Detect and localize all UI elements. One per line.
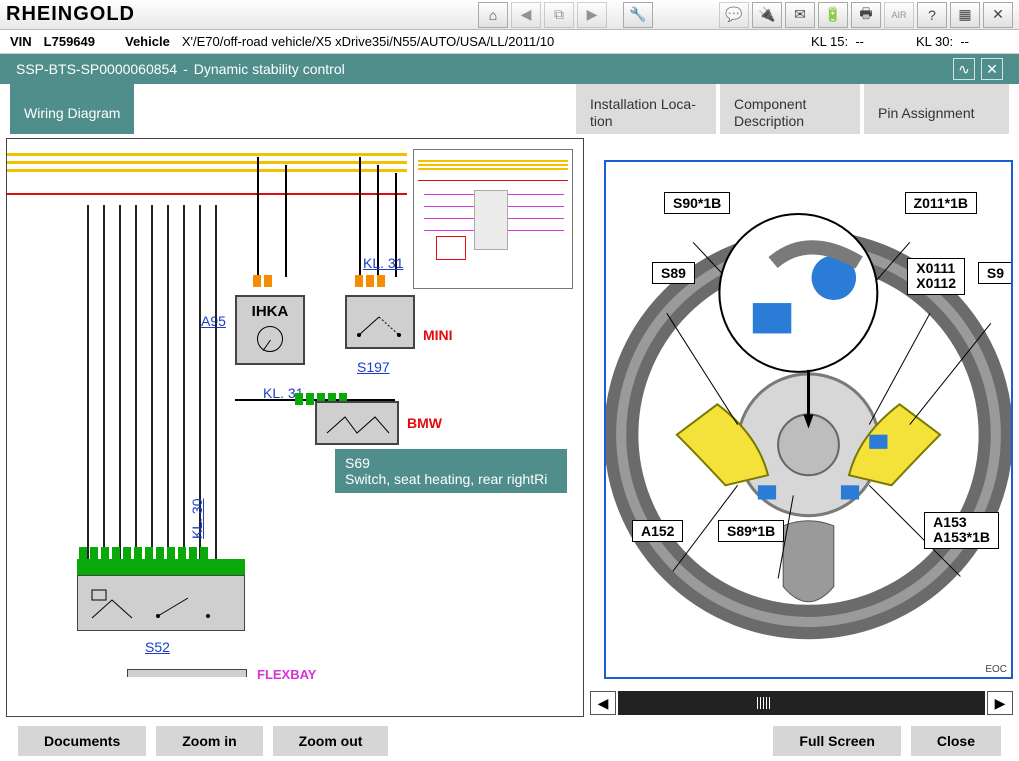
- prev-icon[interactable]: ◀: [511, 2, 541, 28]
- full-screen-button[interactable]: Full Screen: [773, 726, 900, 756]
- image-panel: S90*1B Z011*1B S89 X0111X0112 S9 A152 S8…: [590, 138, 1013, 717]
- zoom-in-button[interactable]: Zoom in: [156, 726, 262, 756]
- label-s197[interactable]: S197: [357, 359, 390, 375]
- image-scrollbar: ◀ ▶: [590, 689, 1013, 717]
- toolbar-buttons: ⌂ ◀ ⧉ ▶ 🔧 💬 🔌 ✉ 🔋 🖶 AIR ? ▦ ✕: [478, 2, 1013, 28]
- callout-s89: S89: [652, 262, 695, 284]
- label-flexbay: FLEXBAY: [257, 667, 316, 682]
- label-kl30[interactable]: KL. 30: [189, 499, 205, 539]
- close-window-icon[interactable]: ✕: [983, 2, 1013, 28]
- label-ihka: IHKA: [237, 303, 303, 320]
- callout-z011-1b: Z011*1B: [905, 192, 977, 214]
- close-button[interactable]: Close: [911, 726, 1001, 756]
- air-icon[interactable]: AIR: [884, 2, 914, 28]
- battery-icon[interactable]: 🔋: [818, 2, 848, 28]
- label-a95[interactable]: A95: [201, 313, 226, 329]
- banner-title: Dynamic stability control: [194, 61, 345, 77]
- next-icon[interactable]: ▶: [577, 2, 607, 28]
- label-s52[interactable]: S52: [145, 639, 170, 655]
- zoom-out-button[interactable]: Zoom out: [273, 726, 389, 756]
- vehicle-desc: X'/E70/off-road vehicle/X5 xDrive35i/N55…: [182, 34, 799, 49]
- kl30-label: KL 30:: [916, 34, 953, 49]
- home-icon[interactable]: ⌂: [478, 2, 508, 28]
- label-mini: MINI: [423, 327, 453, 343]
- content-row: KL. 31 A95 IHKA MINI S197: [0, 134, 1019, 721]
- help-icon[interactable]: ?: [917, 2, 947, 28]
- callout-x0111-x0112: X0111X0112: [907, 258, 965, 295]
- top-toolbar: RHEINGOLD ⌂ ◀ ⧉ ▶ 🔧 💬 🔌 ✉ 🔋 🖶 AIR ? ▦ ✕: [0, 0, 1019, 30]
- label-kl31-a[interactable]: KL. 31: [363, 255, 403, 271]
- callout-s90-1b: S90*1B: [664, 192, 730, 214]
- print-icon[interactable]: 🖶: [851, 2, 881, 28]
- tooltip-s69-code: S69: [345, 455, 557, 471]
- chat-icon[interactable]: 💬: [719, 2, 749, 28]
- callout-a152: A152: [632, 520, 683, 542]
- copy-icon[interactable]: ⧉: [544, 2, 574, 28]
- label-eoc: EOC: [985, 664, 1007, 675]
- layout-icon[interactable]: ▦: [950, 2, 980, 28]
- scroll-thumb[interactable]: [757, 697, 771, 709]
- plug-icon[interactable]: 🔌: [752, 2, 782, 28]
- tab-component-description[interactable]: Component Description: [720, 84, 860, 134]
- vehicle-bar: VIN L759649 Vehicle X'/E70/off-road vehi…: [0, 30, 1019, 54]
- minimap[interactable]: [413, 149, 573, 289]
- wiring-panel[interactable]: KL. 31 A95 IHKA MINI S197: [6, 138, 584, 717]
- footer: Documents Zoom in Zoom out Full Screen C…: [0, 721, 1019, 761]
- mail-icon[interactable]: ✉: [785, 2, 815, 28]
- callout-a153: A153A153*1B: [924, 512, 999, 549]
- tab-row: Wiring Diagram Installation Loca­tion Co…: [0, 84, 1019, 134]
- callout-s9: S9: [978, 262, 1013, 284]
- kl30-value: --: [960, 34, 969, 49]
- callout-s89-1b: S89*1B: [718, 520, 784, 542]
- kl15-label: KL 15:: [811, 34, 848, 49]
- oscilloscope-icon[interactable]: ∿: [953, 58, 975, 80]
- banner-ssp: SSP-BTS-SP0000060854: [16, 61, 177, 77]
- scroll-right-button[interactable]: ▶: [987, 691, 1013, 715]
- vin-value: L759649: [44, 34, 95, 49]
- app-title: RHEINGOLD: [6, 3, 478, 26]
- tooltip-s69-desc: Switch, seat heating, rear rightRi: [345, 471, 557, 487]
- installation-image[interactable]: S90*1B Z011*1B S89 X0111X0112 S9 A152 S8…: [604, 160, 1013, 679]
- tab-pin-assignment[interactable]: Pin Assignment: [864, 84, 1009, 134]
- tooltip-s69: S69 Switch, seat heating, rear rightRi: [335, 449, 567, 493]
- kl15-value: --: [855, 34, 864, 49]
- banner: SSP-BTS-SP0000060854 - Dynamic stability…: [0, 54, 1019, 84]
- close-banner-icon[interactable]: ✕: [981, 58, 1003, 80]
- scroll-track[interactable]: [618, 691, 985, 715]
- documents-button[interactable]: Documents: [18, 726, 146, 756]
- tab-installation-location[interactable]: Installation Loca­tion: [576, 84, 716, 134]
- scroll-left-button[interactable]: ◀: [590, 691, 616, 715]
- vin-label: VIN: [10, 34, 32, 49]
- tab-wiring-diagram[interactable]: Wiring Diagram: [10, 84, 134, 134]
- vehicle-label: Vehicle: [125, 34, 170, 49]
- wrench-icon[interactable]: 🔧: [623, 2, 653, 28]
- label-bmw: BMW: [407, 415, 442, 431]
